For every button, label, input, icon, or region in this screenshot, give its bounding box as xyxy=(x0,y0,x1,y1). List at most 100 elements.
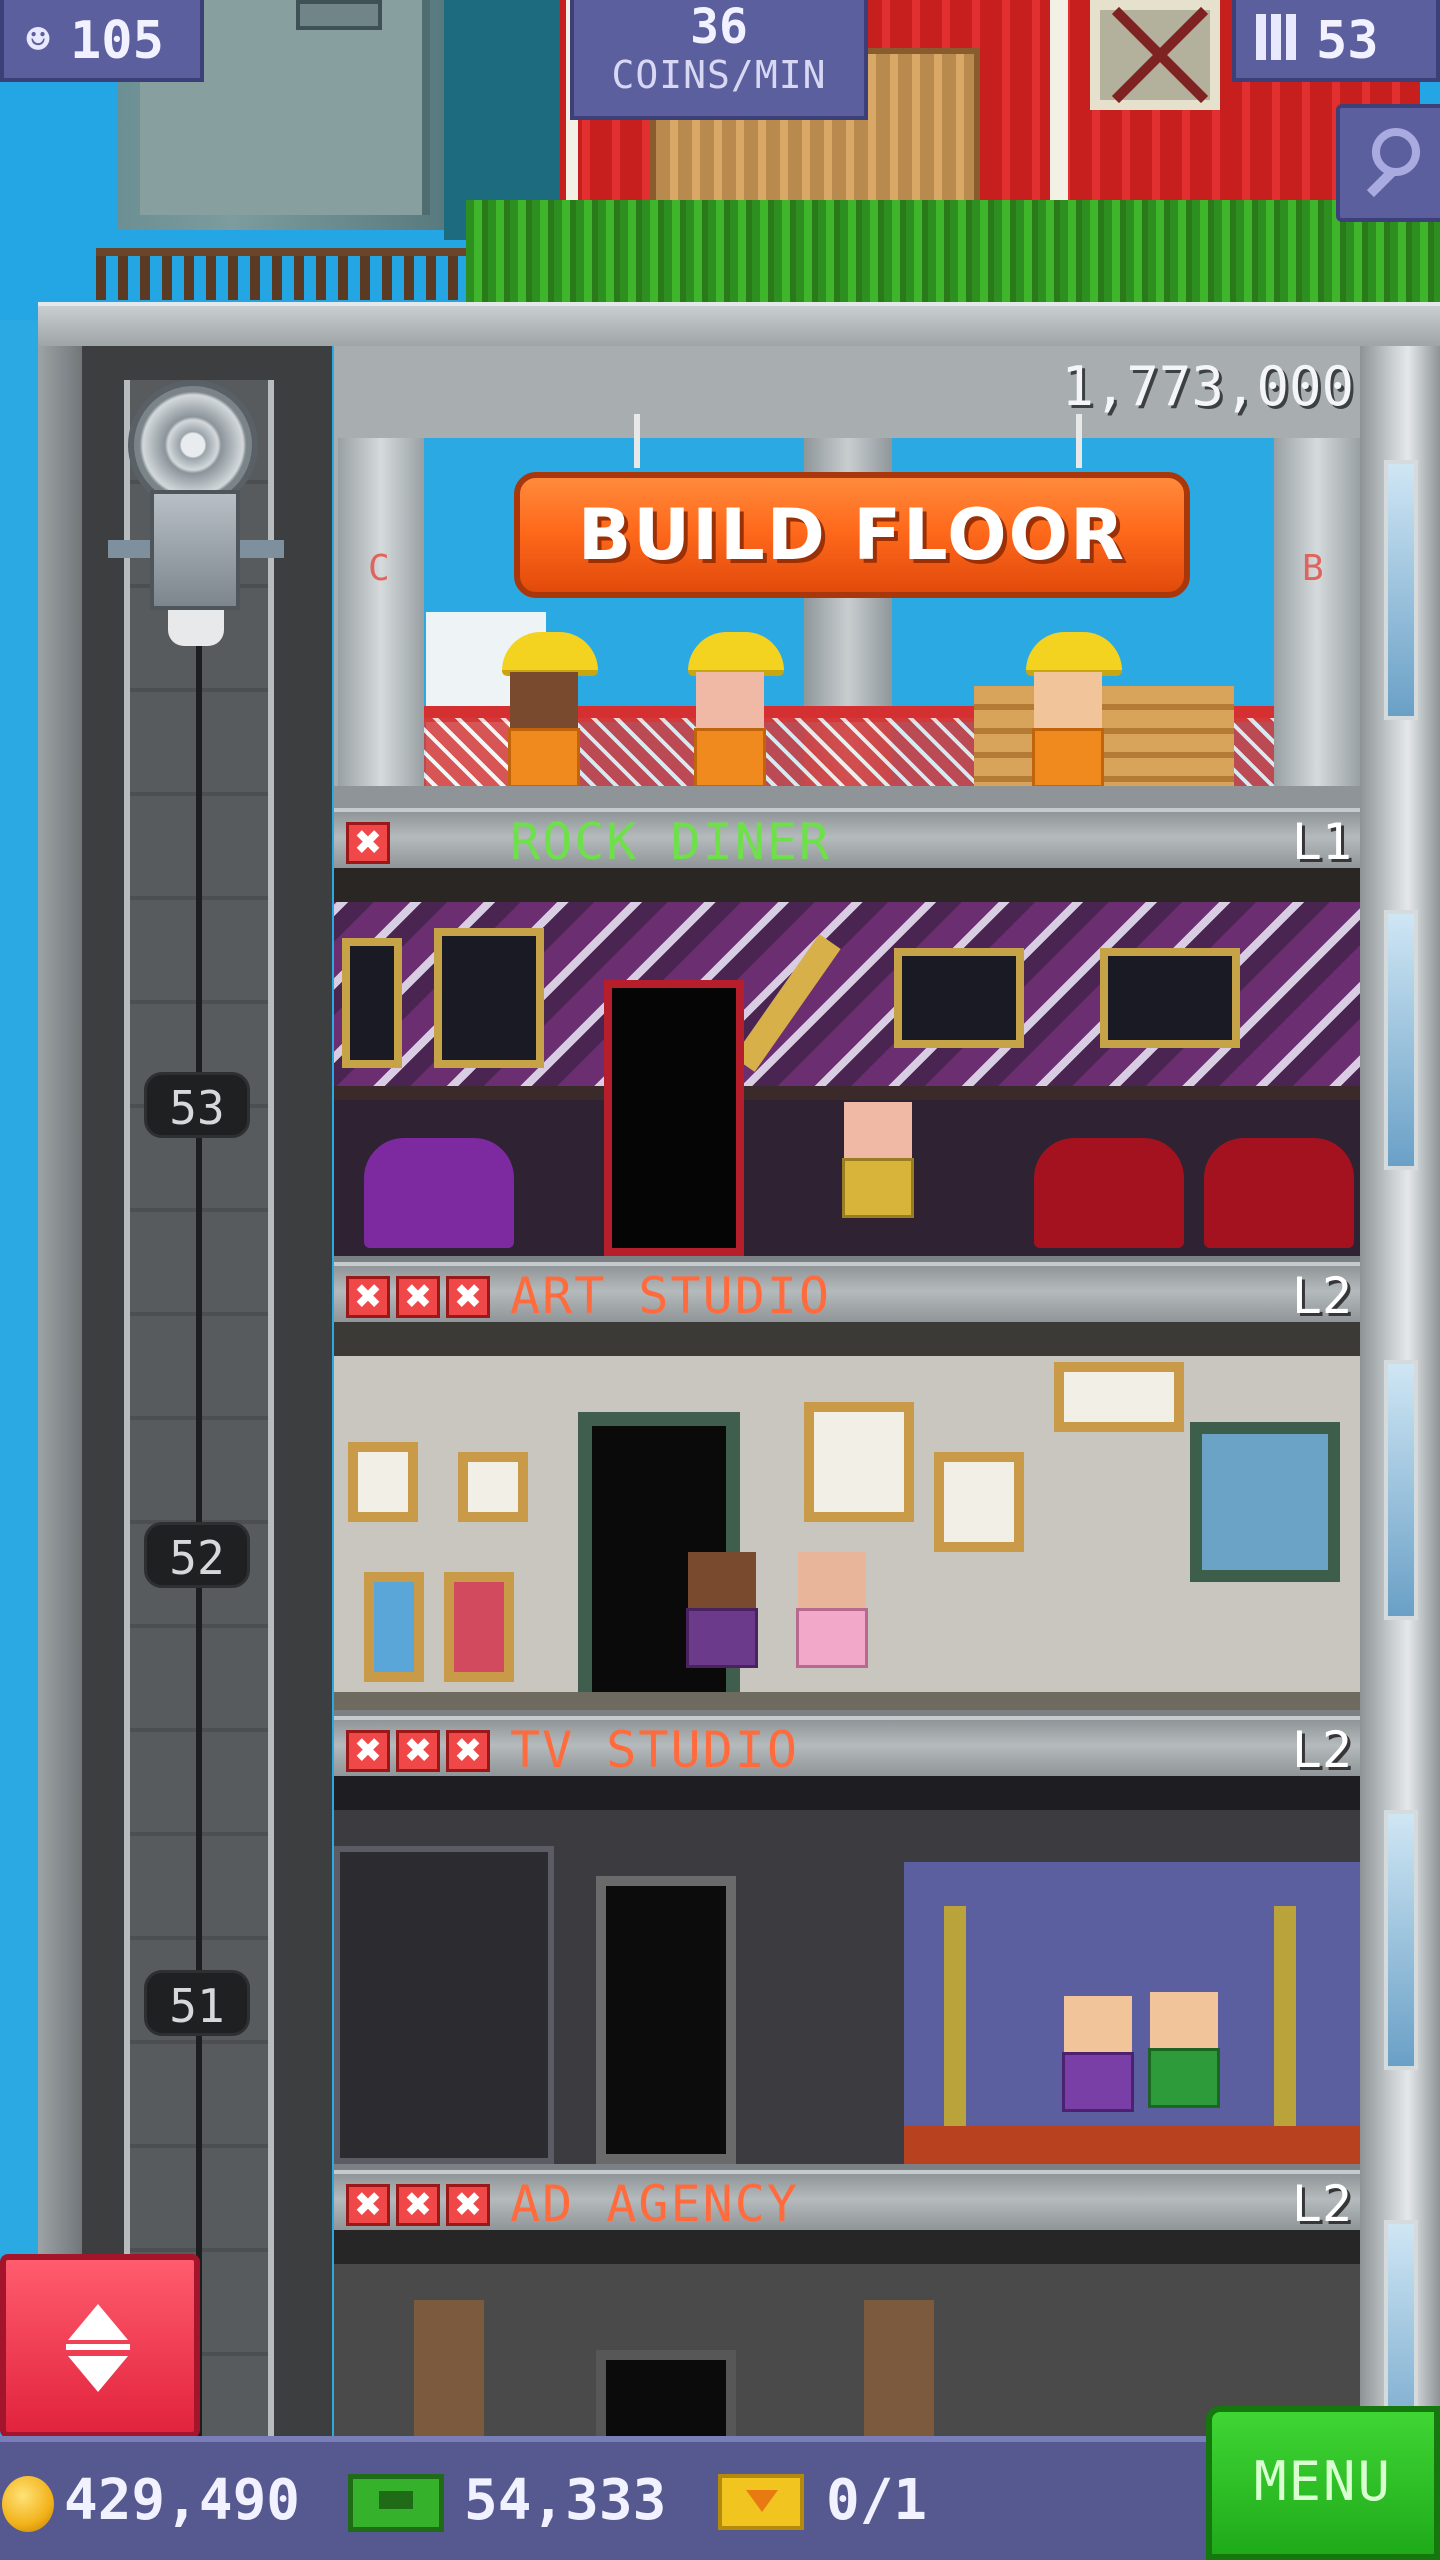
floor-level: L2 xyxy=(1291,2175,1352,2233)
artist xyxy=(678,1542,768,1698)
coin-rate-panel: 36 COINS/MIN xyxy=(570,0,868,120)
floor-list[interactable]: 1,773,000 C B BUILD FLOOR ✖ ROCK DINER L… xyxy=(334,346,1360,2560)
room-door xyxy=(596,1876,736,2164)
floor-header-art-studio[interactable]: ✖ ✖ ✖ ART STUDIO L2 xyxy=(334,1262,1360,1322)
barn-post xyxy=(1050,0,1068,230)
floor-name: ROCK DINER xyxy=(510,813,832,871)
painting-icon xyxy=(1054,1362,1184,1432)
worker-head xyxy=(844,1102,912,1158)
tower-left-wall xyxy=(38,346,82,2446)
room-window xyxy=(1190,1422,1340,1582)
painting-icon xyxy=(458,1452,528,1522)
room-ceiling xyxy=(334,868,1360,902)
stock-status: ✖ ✖ ✖ xyxy=(346,1276,490,1318)
diner-worker xyxy=(834,1092,934,1248)
pillar-mark: B xyxy=(1302,548,1324,589)
x-icon: ✖ xyxy=(446,2184,490,2226)
x-icon: ✖ xyxy=(346,2184,390,2226)
build-pillar-right: B xyxy=(1274,438,1360,786)
rooftop-vent xyxy=(296,0,382,30)
worker-head xyxy=(1064,1996,1132,2052)
worker-head xyxy=(696,672,764,728)
room-floor xyxy=(334,1692,1360,1710)
magnifier-icon xyxy=(1372,128,1420,176)
floor-room-tv-studio[interactable] xyxy=(334,1776,1360,2164)
painting-icon xyxy=(804,1402,914,1522)
magnifier-handle xyxy=(1366,168,1396,198)
artist xyxy=(788,1542,878,1698)
build-floor-slot[interactable]: 1,773,000 C B BUILD FLOOR xyxy=(334,346,1360,808)
worker-body xyxy=(694,728,766,788)
search-button[interactable] xyxy=(1336,104,1440,222)
elevator-rail xyxy=(124,380,130,2446)
worker-head xyxy=(688,1552,756,1608)
person-icon: ☻ xyxy=(26,17,51,63)
elevator-hook xyxy=(168,610,224,646)
coin-rate-label: COINS/MIN xyxy=(611,53,827,97)
worker-body xyxy=(796,1608,868,1668)
elevator-body xyxy=(150,490,240,610)
wall-poster xyxy=(434,928,544,1068)
control-panel xyxy=(334,1846,554,2164)
population-value: 105 xyxy=(70,11,164,71)
tower-side-window xyxy=(1384,460,1418,720)
bux-value[interactable]: 54,333 xyxy=(464,2468,666,2534)
tower-side-window xyxy=(1384,1810,1418,2070)
elevator-button[interactable] xyxy=(0,2254,200,2438)
construction-worker xyxy=(1024,632,1122,788)
pillar-mark: C xyxy=(368,548,390,589)
floor-number-marker: 53 xyxy=(144,1072,250,1138)
worker-head xyxy=(510,672,578,728)
painting-icon xyxy=(364,1572,424,1682)
ticket-icon xyxy=(718,2474,804,2530)
floor-counter[interactable]: 53 xyxy=(1232,0,1440,82)
rooftop-fence xyxy=(96,248,476,300)
worker-body xyxy=(1062,2052,1134,2112)
coin-rate-value: 36 xyxy=(690,0,748,55)
elevator-motor xyxy=(108,380,284,670)
hard-hat-icon xyxy=(502,632,598,676)
floor-number-marker: 51 xyxy=(144,1970,250,2036)
wall-frame xyxy=(894,948,1024,1048)
x-icon: ✖ xyxy=(446,1730,490,1772)
construction-worker xyxy=(500,632,598,788)
stock-status: ✖ ✖ ✖ xyxy=(346,1730,490,1772)
painting-icon xyxy=(348,1442,418,1522)
floor-name: AD AGENCY xyxy=(510,2175,799,2233)
x-icon: ✖ xyxy=(396,1276,440,1318)
worker-head xyxy=(798,1552,866,1608)
plant-icon xyxy=(944,1906,966,2126)
tv-host xyxy=(1140,1976,1230,2132)
room-door xyxy=(604,980,744,1256)
floor-room-rock-diner[interactable] xyxy=(334,868,1360,1256)
floor-name: TV STUDIO xyxy=(510,1721,799,1779)
worker-body xyxy=(842,1158,914,1218)
worker-body xyxy=(508,728,580,788)
floor-level: L2 xyxy=(1291,1267,1352,1325)
floor-header-tv-studio[interactable]: ✖ ✖ ✖ TV STUDIO L2 xyxy=(334,1716,1360,1776)
build-floor-button[interactable]: BUILD FLOOR xyxy=(514,472,1190,598)
crane-hook-icon xyxy=(1076,414,1082,468)
floor-header-ad-agency[interactable]: ✖ ✖ ✖ AD AGENCY L2 xyxy=(334,2170,1360,2230)
stock-status: ✖ xyxy=(346,822,390,864)
coins-value[interactable]: 429,490 xyxy=(64,2468,300,2534)
barn-window xyxy=(1090,0,1220,110)
x-icon: ✖ xyxy=(396,1730,440,1772)
stock-status: ✖ ✖ ✖ xyxy=(346,2184,490,2226)
building-icon xyxy=(1256,14,1296,60)
build-floor-price: 1,773,000 xyxy=(1061,355,1354,418)
tower-side-window xyxy=(1384,1360,1418,1620)
guitar-icon xyxy=(733,934,841,1072)
floor-header-rock-diner[interactable]: ✖ ROCK DINER L1 xyxy=(334,808,1360,868)
floor-room-art-studio[interactable] xyxy=(334,1322,1360,1710)
painting-icon xyxy=(444,1572,514,1682)
floor-name: ART STUDIO xyxy=(510,1267,832,1325)
menu-button[interactable]: MENU xyxy=(1206,2406,1440,2560)
x-icon: ✖ xyxy=(346,822,390,864)
elevator-divider-icon xyxy=(66,2344,130,2350)
tower-side-window xyxy=(1384,910,1418,1170)
population-counter[interactable]: ☻ 105 xyxy=(0,0,204,82)
tickets-value[interactable]: 0/1 xyxy=(826,2468,927,2534)
worker-head xyxy=(1034,672,1102,728)
worker-body xyxy=(1148,2048,1220,2108)
